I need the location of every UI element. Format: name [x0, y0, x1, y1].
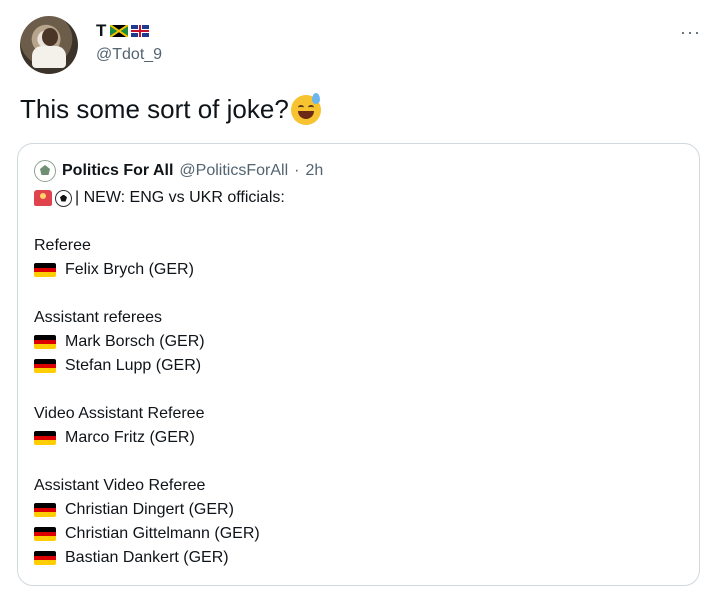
display-name[interactable]: T — [96, 21, 107, 41]
official-name: Christian Gittelmann (GER) — [65, 525, 260, 542]
soccer-ball-icon — [55, 189, 72, 207]
germany-flag-icon — [34, 503, 56, 517]
headline-text: | NEW: ENG vs UKR officials: — [75, 189, 285, 206]
quoted-headline: | NEW: ENG vs UKR officials: — [34, 189, 285, 207]
tweet-text-content: This some sort of joke? — [20, 94, 289, 124]
avatar-head — [42, 28, 58, 46]
official-row: Felix Brych (GER) — [34, 261, 194, 279]
official-row: Mark Borsch (GER) — [34, 333, 205, 351]
germany-flag-icon — [34, 527, 56, 541]
official-name: Felix Brych (GER) — [65, 261, 194, 278]
display-name-row[interactable]: T — [96, 21, 149, 41]
section-title: Assistant Video Referee — [34, 477, 206, 494]
quoted-tweet-header: Politics For All @PoliticsForAll · 2h — [34, 160, 323, 182]
sweat-smile-emoji-icon — [290, 92, 321, 125]
germany-flag-icon — [34, 431, 56, 445]
official-name: Mark Borsch (GER) — [65, 333, 205, 350]
official-name: Marco Fritz (GER) — [65, 429, 195, 446]
siren-icon — [34, 190, 52, 206]
official-name: Christian Dingert (GER) — [65, 501, 234, 518]
section-title: Assistant referees — [34, 309, 163, 326]
tweet-text: This some sort of joke? — [20, 92, 321, 125]
section-title: Referee — [34, 237, 91, 254]
avatar[interactable] — [20, 16, 78, 74]
more-options-icon[interactable]: ··· — [680, 22, 701, 43]
separator-dot: · — [294, 162, 300, 179]
quoted-author-avatar[interactable] — [34, 160, 56, 182]
official-name: Bastian Dankert (GER) — [65, 549, 229, 566]
germany-flag-icon — [34, 335, 56, 349]
avatar-shirt — [32, 46, 66, 68]
germany-flag-icon — [34, 551, 56, 565]
quoted-author-handle[interactable]: @PoliticsForAll — [179, 162, 288, 180]
official-row: Stefan Lupp (GER) — [34, 357, 201, 375]
germany-flag-icon — [34, 263, 56, 277]
official-row: Christian Gittelmann (GER) — [34, 525, 260, 543]
official-row: Christian Dingert (GER) — [34, 501, 234, 519]
user-handle[interactable]: @Tdot_9 — [96, 46, 162, 64]
germany-flag-icon — [34, 359, 56, 373]
quoted-tweet-card[interactable]: Politics For All @PoliticsForAll · 2h | … — [17, 143, 700, 586]
official-row: Marco Fritz (GER) — [34, 429, 195, 447]
jamaica-flag-icon — [109, 25, 128, 37]
quoted-author-name[interactable]: Politics For All — [62, 162, 173, 180]
quoted-tweet-time[interactable]: 2h — [305, 162, 323, 180]
official-row: Bastian Dankert (GER) — [34, 549, 229, 567]
section-title: Video Assistant Referee — [34, 405, 205, 422]
uk-flag-icon — [130, 25, 149, 37]
official-name: Stefan Lupp (GER) — [65, 357, 202, 374]
